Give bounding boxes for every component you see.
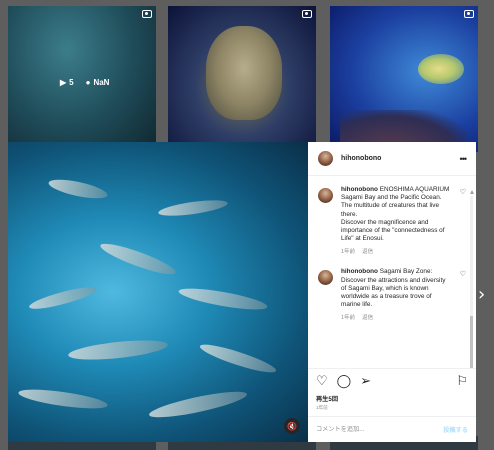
- post-video[interactable]: 🔇: [8, 142, 308, 442]
- post-actions: ♡ ◯ ➢ ⚐: [308, 368, 476, 394]
- scrollbar[interactable]: [470, 196, 473, 368]
- video-icon: [302, 10, 312, 18]
- comment-text: ENOSHIMA AQUARIUM Sagami Bay and the Pac…: [341, 186, 450, 243]
- grouper-image: [206, 26, 282, 120]
- post-username[interactable]: hihonobono: [341, 155, 381, 162]
- fish: [27, 283, 99, 313]
- comment-bubble-icon: ●: [85, 78, 91, 87]
- comments-list[interactable]: hihonobono ENOSHIMA AQUARIUM Sagami Bay …: [308, 176, 476, 368]
- fish: [157, 197, 229, 219]
- fish: [147, 386, 249, 423]
- fish: [17, 385, 109, 413]
- grid-post-2[interactable]: [168, 6, 316, 152]
- video-icon: [464, 10, 474, 18]
- post-header: hihonobono •••: [308, 142, 476, 176]
- fish: [197, 339, 279, 378]
- comment-bar: 投稿する: [308, 416, 476, 442]
- post-modal: 🔇 hihonobono ••• hihonobono ENOSHIMA AQU…: [8, 142, 476, 442]
- grid-post-1[interactable]: ▶ 5 ● NaN: [8, 6, 156, 152]
- comment-username[interactable]: hihonobono: [341, 186, 378, 193]
- heart-icon[interactable]: ♡: [316, 374, 328, 389]
- scrollbar-thumb[interactable]: [470, 316, 473, 368]
- avatar[interactable]: [318, 151, 333, 166]
- tropical-fish-image: [418, 54, 464, 84]
- avatar[interactable]: [318, 270, 333, 286]
- comment-time: 1年前: [341, 249, 356, 256]
- comment-username[interactable]: hihonobono: [341, 268, 378, 275]
- post-time: 1年前: [316, 405, 328, 410]
- tile-stats: ▶ 5 ● NaN: [60, 78, 109, 87]
- comment-input[interactable]: [316, 426, 444, 433]
- play-icon: ▶: [60, 78, 67, 87]
- chevron-right-icon[interactable]: ›: [478, 284, 485, 305]
- comment-item: hihonobono Sagami Bay Zone: Discover the…: [318, 268, 466, 322]
- reply-button[interactable]: 返信: [362, 315, 373, 322]
- grid-post-3[interactable]: [330, 6, 478, 152]
- share-icon[interactable]: ➢: [360, 374, 371, 389]
- comment-count: NaN: [93, 78, 110, 87]
- view-count[interactable]: 再生5回: [308, 394, 476, 403]
- post-panel: hihonobono ••• hihonobono ENOSHIMA AQUAR…: [308, 142, 476, 442]
- fish: [98, 238, 178, 280]
- heart-icon[interactable]: ♡: [460, 270, 466, 278]
- comment-icon[interactable]: ◯: [337, 374, 352, 389]
- comment-time: 1年前: [341, 315, 356, 322]
- more-icon[interactable]: •••: [460, 154, 468, 164]
- play-count: 5: [69, 78, 74, 87]
- avatar[interactable]: [318, 188, 333, 203]
- video-icon: [142, 10, 152, 18]
- scroll-up-icon[interactable]: [470, 190, 474, 194]
- fish: [177, 284, 269, 314]
- fish: [67, 336, 169, 364]
- bookmark-icon[interactable]: ⚐: [456, 374, 468, 389]
- post-button[interactable]: 投稿する: [443, 425, 468, 434]
- mute-icon[interactable]: 🔇: [284, 418, 300, 434]
- heart-icon[interactable]: ♡: [460, 188, 466, 196]
- comment-item: hihonobono ENOSHIMA AQUARIUM Sagami Bay …: [318, 186, 466, 256]
- fish: [47, 175, 109, 203]
- reply-button[interactable]: 返信: [362, 249, 373, 256]
